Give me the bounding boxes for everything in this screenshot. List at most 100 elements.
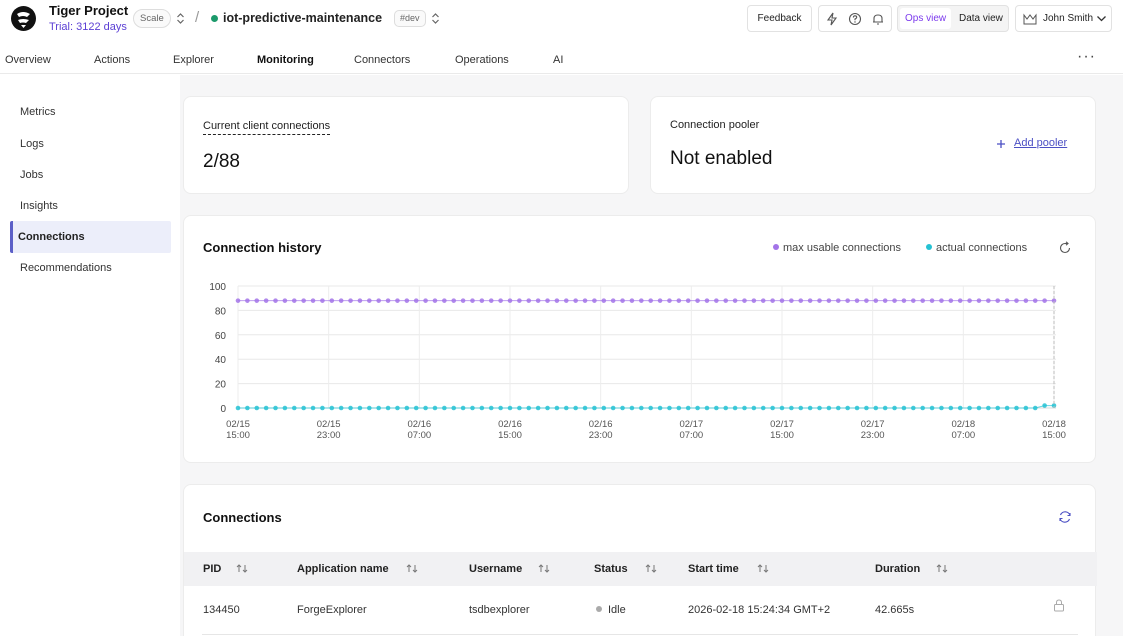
max-usable-point	[423, 298, 428, 303]
max-usable-point	[310, 298, 316, 303]
column-header-duration[interactable]: Duration	[875, 563, 920, 575]
max-usable-point	[967, 298, 972, 303]
more-options-icon[interactable]: ···	[1077, 48, 1096, 66]
cell-duration: 42.665s	[875, 604, 915, 616]
tab-operations[interactable]: Operations	[455, 54, 509, 66]
legend-actual[interactable]: actual connections	[926, 242, 1027, 254]
client-connections-label[interactable]: Current client connections	[203, 120, 331, 135]
sidebar-item-jobs[interactable]: Jobs	[20, 169, 43, 181]
actual-connections-point	[995, 405, 1001, 411]
x-tick-label: 15:00	[1042, 430, 1066, 441]
max-usable-point	[517, 298, 522, 303]
service-switcher-icon[interactable]	[430, 12, 440, 25]
actual-connections-point	[301, 405, 306, 411]
max-usable-point	[629, 298, 635, 303]
connection-pooler-card: Connection pooler Not enabled Add pooler	[650, 96, 1096, 194]
user-name: John Smith	[1043, 13, 1094, 24]
tiger-logo[interactable]	[10, 5, 37, 32]
plan-badge: Scale	[133, 9, 171, 28]
tab-ai[interactable]: AI	[553, 54, 563, 66]
connection-history-chart: 02040608010002/1515:0002/1523:0002/1607:…	[209, 282, 1066, 441]
tab-monitoring[interactable]: Monitoring	[257, 54, 314, 66]
table-header: PID Application name Username Status Sta…	[184, 552, 1097, 586]
trial-days[interactable]: Trial: 3122 days	[49, 21, 127, 33]
max-usable-point	[751, 298, 757, 303]
sort-icon[interactable]	[406, 563, 418, 574]
max-usable-point	[554, 298, 560, 303]
sidebar-item-recommendations[interactable]: Recommendations	[20, 262, 112, 274]
max-usable-point	[1042, 298, 1047, 303]
actual-connections-point	[901, 405, 907, 411]
actual-connections-point	[1023, 405, 1029, 411]
sort-icon[interactable]	[645, 563, 657, 574]
service-status-dot	[211, 15, 218, 22]
max-usable-point	[929, 298, 935, 303]
add-pooler-link[interactable]: Add pooler	[1014, 137, 1067, 149]
bell-icon[interactable]	[871, 12, 885, 26]
ops-view-option[interactable]: Ops view	[900, 8, 952, 29]
max-usable-point	[770, 298, 775, 303]
tab-actions[interactable]: Actions	[94, 54, 130, 66]
data-view-option[interactable]: Data view	[954, 8, 1008, 29]
client-connections-card: Current client connections 2/88	[183, 96, 629, 194]
max-usable-point	[291, 298, 297, 303]
project-name[interactable]: Tiger Project	[49, 3, 128, 18]
plus-icon[interactable]	[996, 139, 1006, 149]
y-tick-label: 80	[215, 306, 227, 317]
sidebar-item-metrics[interactable]: Metrics	[20, 106, 55, 118]
sidebar-item-logs[interactable]: Logs	[20, 138, 44, 150]
max-usable-point	[545, 298, 550, 303]
top-bar: Tiger Project Trial: 3122 days Scale / i…	[0, 0, 1123, 40]
actual-connections-point	[610, 405, 616, 411]
help-icon[interactable]	[848, 12, 862, 26]
actual-connections-point	[442, 405, 447, 411]
actual-connections-point	[967, 405, 972, 411]
max-usable-point	[507, 298, 513, 303]
service-name[interactable]: iot-predictive-maintenance	[223, 11, 382, 25]
user-menu-button[interactable]: John Smith	[1015, 5, 1112, 32]
actual-connections-point	[854, 405, 860, 411]
sort-icon[interactable]	[757, 563, 769, 574]
sidebar-item-insights[interactable]: Insights	[20, 200, 58, 212]
actual-connections-point	[545, 405, 550, 411]
max-usable-point	[976, 298, 982, 303]
sort-icon[interactable]	[236, 563, 248, 574]
refresh-icon[interactable]	[1058, 241, 1072, 255]
actual-connections-point	[385, 405, 391, 411]
tab-connectors[interactable]: Connectors	[354, 54, 410, 66]
max-usable-point	[245, 298, 250, 303]
project-switcher-icon[interactable]	[175, 12, 185, 25]
y-tick-label: 100	[209, 282, 226, 293]
tab-overview[interactable]: Overview	[5, 54, 51, 66]
column-header-username[interactable]: Username	[469, 563, 522, 575]
column-header-start-time[interactable]: Start time	[688, 563, 739, 575]
sort-icon[interactable]	[936, 563, 948, 574]
status-dot	[596, 606, 602, 612]
y-tick-label: 20	[215, 380, 227, 391]
cell-username: tsdbexplorer	[469, 604, 530, 616]
x-tick-label: 02/16	[498, 419, 522, 430]
column-header-status[interactable]: Status	[594, 563, 628, 575]
actual-connections-point	[526, 405, 532, 411]
x-tick-label: 02/18	[951, 419, 975, 430]
column-header-app[interactable]: Application name	[297, 563, 389, 575]
refresh-icon[interactable]	[1058, 510, 1072, 524]
tab-explorer[interactable]: Explorer	[173, 54, 214, 66]
lock-icon[interactable]	[1053, 599, 1065, 612]
max-usable-point	[385, 298, 391, 303]
actual-connections-point	[517, 405, 522, 411]
lightning-icon[interactable]	[825, 12, 839, 26]
connections-title: Connections	[203, 510, 282, 525]
max-usable-point	[920, 298, 925, 303]
sort-icon[interactable]	[538, 563, 550, 574]
max-usable-point	[704, 298, 710, 303]
max-usable-point	[667, 298, 672, 303]
x-tick-label: 23:00	[861, 430, 885, 441]
x-tick-label: 07:00	[951, 430, 975, 441]
actual-connections-point	[957, 405, 963, 411]
actual-connections-point	[479, 405, 485, 411]
column-header-pid[interactable]: PID	[203, 563, 221, 575]
legend-max-usable[interactable]: max usable connections	[773, 242, 901, 254]
feedback-button[interactable]: Feedback	[747, 5, 812, 32]
actual-connections-point	[1014, 405, 1019, 411]
